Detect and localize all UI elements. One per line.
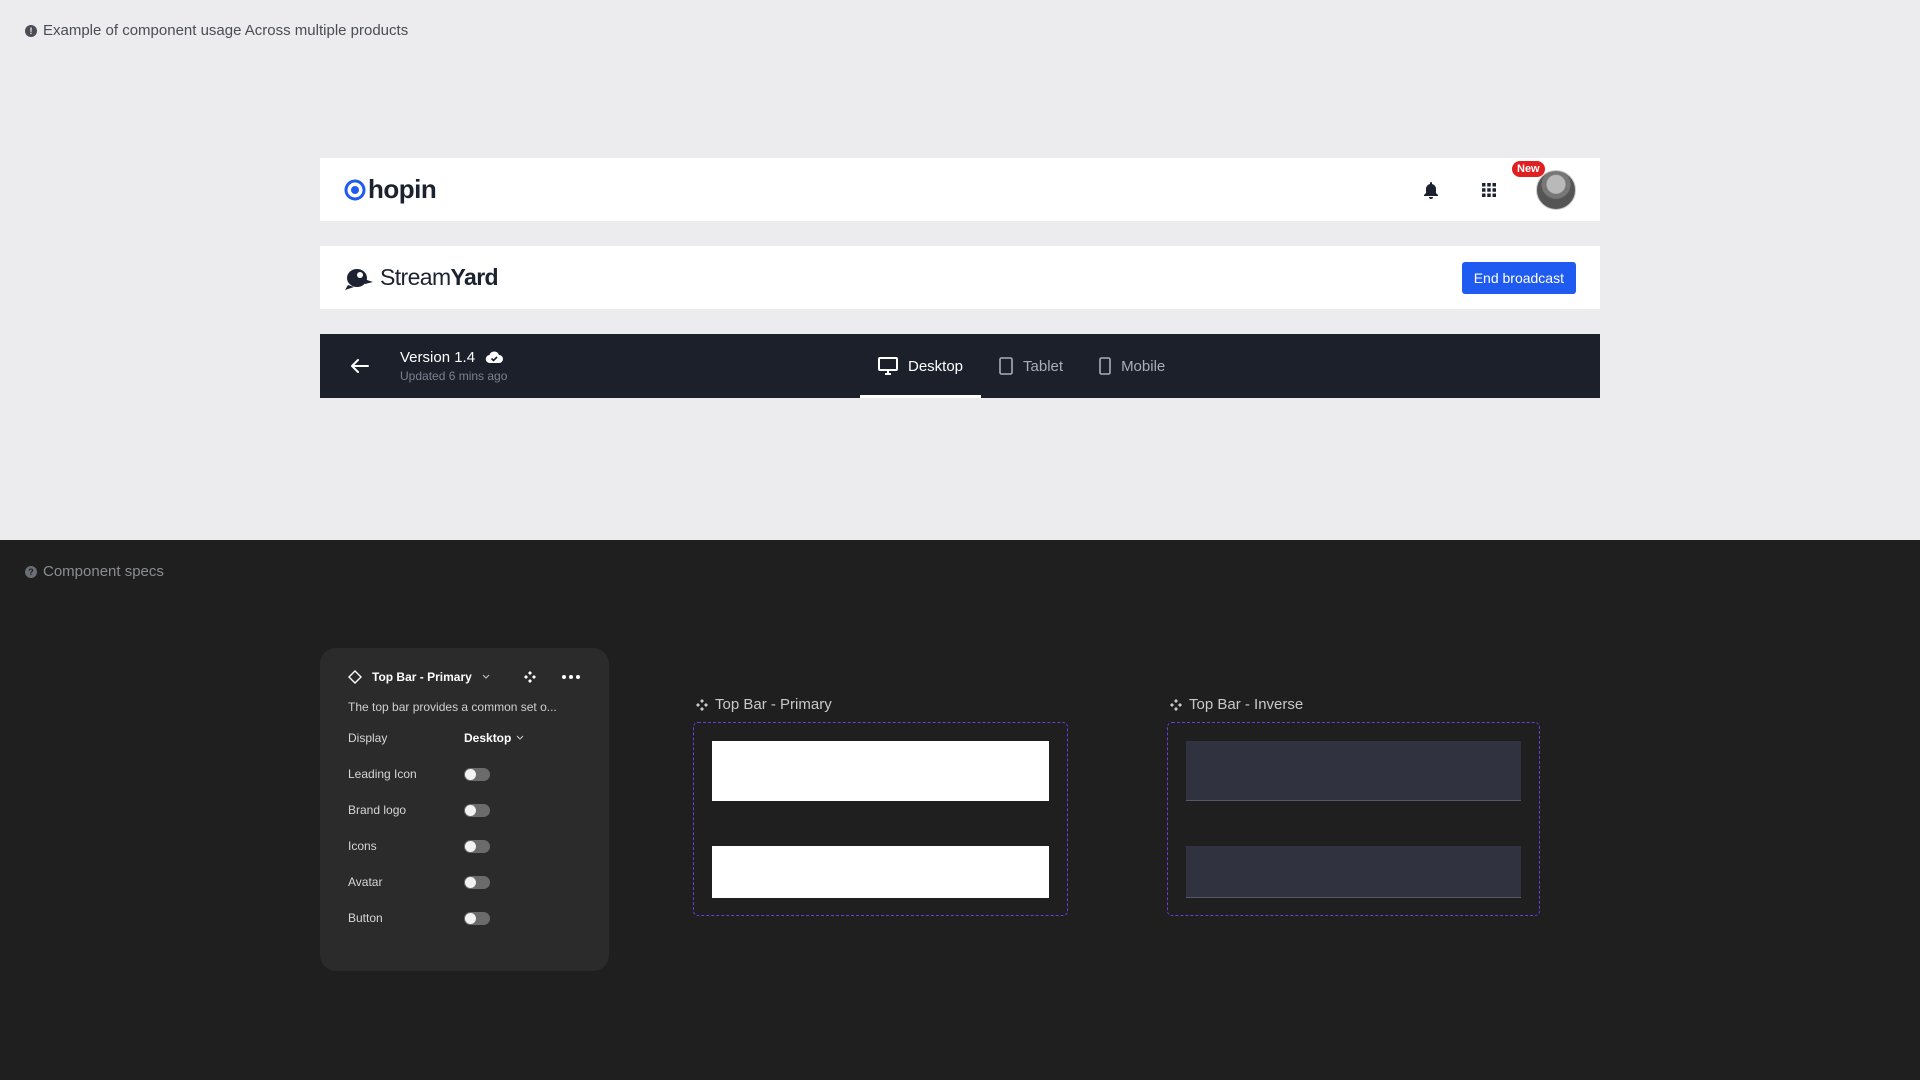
info-icon: ? xyxy=(25,565,37,578)
tab-desktop[interactable]: Desktop xyxy=(860,334,982,398)
editor-top-bar: Version 1.4 Updated 6 mins ago Desktop T… xyxy=(320,334,1600,398)
device-tabs: Desktop Tablet Mobile xyxy=(860,334,1183,398)
updated-timestamp: Updated 6 mins ago xyxy=(400,369,508,383)
property-avatar: Avatar xyxy=(348,864,581,900)
tab-desktop-label: Desktop xyxy=(908,357,964,375)
version-label: Version 1.4 xyxy=(400,349,476,366)
back-button[interactable] xyxy=(320,334,400,398)
display-value: Desktop xyxy=(464,731,512,745)
usage-note-text: Example of component usage Across multip… xyxy=(43,22,409,39)
property-display: Display Desktop xyxy=(348,720,581,756)
chevron-down-icon xyxy=(516,735,524,740)
hopin-mark-icon xyxy=(344,179,366,200)
leading-icon-toggle[interactable] xyxy=(464,767,490,781)
bell-icon[interactable] xyxy=(1420,179,1442,201)
property-icons: Icons xyxy=(348,828,581,864)
component-set-icon xyxy=(696,698,708,711)
hopin-logo[interactable]: hopin xyxy=(344,174,437,205)
end-broadcast-button[interactable]: End broadcast xyxy=(1461,261,1576,294)
apps-grid-icon[interactable] xyxy=(1478,179,1500,201)
component-set-icon[interactable] xyxy=(523,670,537,684)
property-label: Brand logo xyxy=(348,803,407,817)
component-set-icon xyxy=(1170,698,1182,711)
brand-logo-toggle[interactable] xyxy=(464,803,490,817)
tab-tablet-label: Tablet xyxy=(1023,357,1064,375)
variant-primary: Top Bar - Primary xyxy=(693,696,1068,916)
usage-note: ! Example of component usage Across mult… xyxy=(25,22,408,39)
avatar-wrapper: New xyxy=(1512,160,1576,210)
panel-description: The top bar provides a common set o... xyxy=(348,700,557,714)
variant-thumbnail[interactable] xyxy=(1186,741,1521,801)
hopin-wordmark: hopin xyxy=(368,174,437,204)
streamyard-wordmark-bold: Yard xyxy=(450,264,499,290)
tablet-icon xyxy=(999,357,1013,375)
variant-primary-title[interactable]: Top Bar - Primary xyxy=(695,696,1068,713)
arrow-left-icon xyxy=(351,359,369,373)
streamyard-top-bar: StreamYard End broadcast xyxy=(320,246,1600,309)
component-properties-panel: Top Bar - Primary The top bar provides a… xyxy=(320,648,609,971)
version-title-row: Version 1.4 xyxy=(400,349,507,366)
property-brand-logo: Brand logo xyxy=(348,792,581,828)
avatar[interactable] xyxy=(1536,169,1576,210)
variant-inverse-title[interactable]: Top Bar - Inverse xyxy=(1169,696,1540,713)
monitor-icon xyxy=(878,357,898,375)
panel-header: Top Bar - Primary xyxy=(348,670,581,684)
tab-mobile[interactable]: Mobile xyxy=(1081,334,1183,398)
more-options-icon[interactable] xyxy=(561,674,581,680)
icons-toggle[interactable] xyxy=(464,839,490,853)
hopin-actions: New xyxy=(1420,160,1576,210)
avatar-toggle[interactable] xyxy=(464,875,490,889)
variant-inverse-frame[interactable] xyxy=(1167,722,1540,916)
new-badge: New xyxy=(1512,160,1545,177)
version-info: Version 1.4 Updated 6 mins ago xyxy=(400,349,507,383)
property-button: Button xyxy=(348,900,581,936)
tab-tablet[interactable]: Tablet xyxy=(981,334,1081,398)
property-label: Leading Icon xyxy=(348,767,417,781)
specs-note: ? Component specs xyxy=(25,563,164,580)
streamyard-logo[interactable]: StreamYard xyxy=(344,264,499,291)
variant-thumbnail[interactable] xyxy=(1186,846,1521,898)
button-toggle[interactable] xyxy=(464,911,490,925)
streamyard-wordmark-regular: Stream xyxy=(380,264,451,290)
property-list: Display Desktop Leading Icon Brand logo … xyxy=(348,720,581,936)
variant-thumbnail[interactable] xyxy=(712,846,1049,898)
cloud-saved-icon xyxy=(485,351,504,364)
variant-primary-label: Top Bar - Primary xyxy=(715,696,832,713)
property-leading-icon: Leading Icon xyxy=(348,756,581,792)
variant-inverse: Top Bar - Inverse xyxy=(1167,696,1540,916)
panel-title[interactable]: Top Bar - Primary xyxy=(372,670,472,684)
variant-thumbnail[interactable] xyxy=(712,741,1049,801)
streamyard-wordmark: StreamYard xyxy=(380,264,499,291)
chevron-down-icon[interactable] xyxy=(482,674,490,680)
info-icon: ! xyxy=(25,24,37,37)
variant-primary-frame[interactable] xyxy=(693,722,1068,916)
tab-mobile-label: Mobile xyxy=(1121,357,1166,375)
property-label: Icons xyxy=(348,839,377,853)
property-label: Avatar xyxy=(348,875,383,889)
streamyard-mascot-icon xyxy=(345,268,373,290)
property-label: Button xyxy=(348,911,383,925)
display-select[interactable]: Desktop xyxy=(464,731,524,745)
property-label: Display xyxy=(348,731,388,745)
mobile-icon xyxy=(1099,357,1111,375)
hopin-top-bar: hopin New xyxy=(320,158,1600,221)
variant-inverse-label: Top Bar - Inverse xyxy=(1189,696,1304,713)
specs-note-text: Component specs xyxy=(43,563,164,580)
component-instance-icon xyxy=(348,670,362,684)
